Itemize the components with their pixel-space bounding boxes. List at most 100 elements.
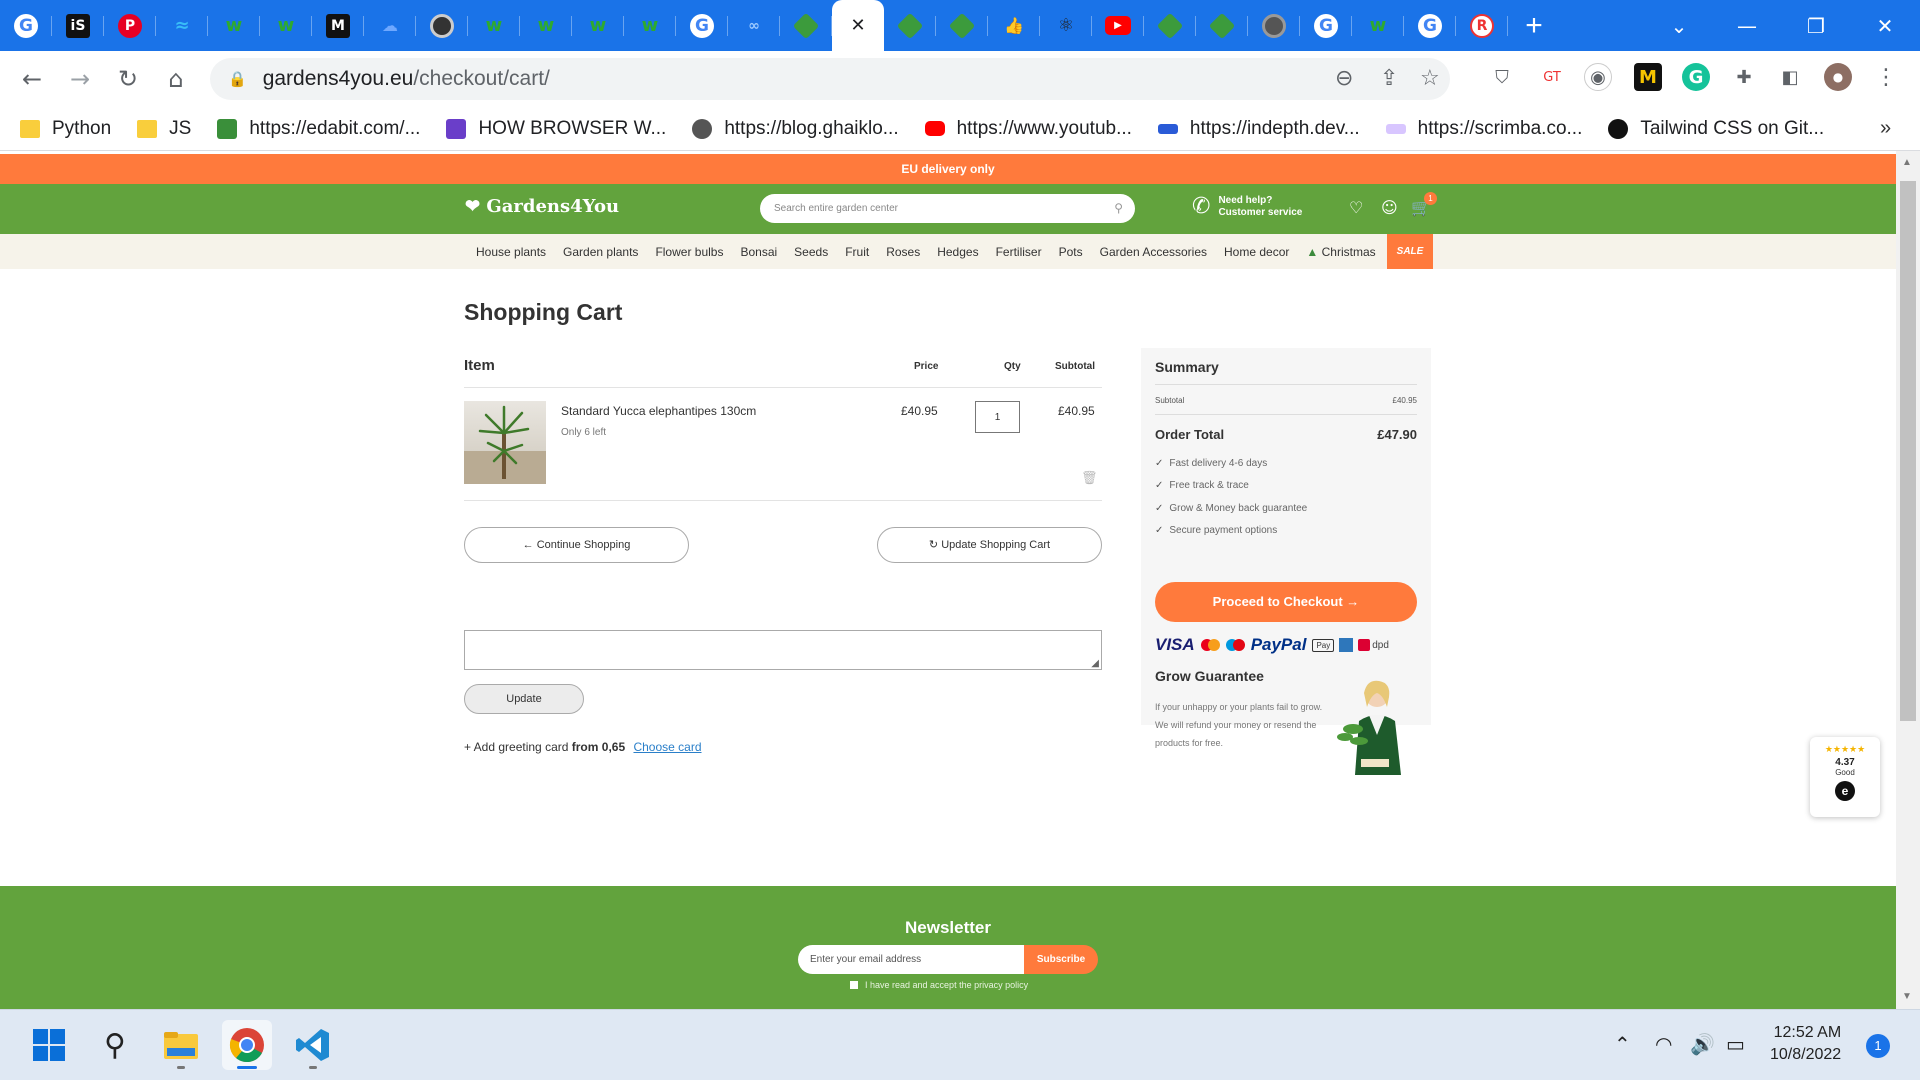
forward-icon[interactable]: → — [56, 55, 104, 103]
product-image[interactable] — [464, 401, 546, 484]
zoom-icon[interactable]: ⊖ — [1335, 66, 1353, 91]
new-tab-button[interactable]: + — [1508, 9, 1560, 43]
record-extension-icon[interactable]: ◉ — [1584, 63, 1612, 91]
reload-icon[interactable]: ↻ — [104, 55, 152, 103]
trash-icon[interactable]: 🗑 — [1081, 471, 1098, 486]
continue-shopping-button[interactable]: ← Continue Shopping — [464, 527, 689, 563]
nav-garden-plants[interactable]: Garden plants — [563, 245, 638, 259]
system-clock[interactable]: 12:52 AM 10/8/2022 — [1770, 1022, 1841, 1066]
browser-tab[interactable]: M — [312, 0, 364, 51]
greeting-textarea[interactable]: ◢ — [464, 630, 1102, 670]
nav-hedges[interactable]: Hedges — [937, 245, 978, 259]
privacy-checkbox[interactable] — [850, 981, 858, 989]
bookmark-how-browser[interactable]: HOW BROWSER W... — [446, 118, 666, 140]
nav-fertiliser[interactable]: Fertiliser — [996, 245, 1042, 259]
browser-tab[interactable] — [1248, 0, 1300, 51]
browser-tab[interactable] — [780, 0, 832, 51]
wifi-icon[interactable]: ◠ — [1655, 1032, 1672, 1056]
nav-pots[interactable]: Pots — [1059, 245, 1083, 259]
browser-tab[interactable] — [1196, 0, 1248, 51]
search-input[interactable]: Search entire garden center ⚲ — [760, 194, 1135, 223]
update-button[interactable]: Update — [464, 684, 584, 714]
battery-icon[interactable]: ▭ — [1726, 1032, 1745, 1056]
browser-tab[interactable]: ▶ — [1092, 0, 1144, 51]
browser-tab[interactable] — [936, 0, 988, 51]
browser-tab[interactable]: w — [572, 0, 624, 51]
browser-tab[interactable]: 👍 — [988, 0, 1040, 51]
choose-card-link[interactable]: Choose card — [633, 740, 701, 754]
browser-tab[interactable]: w — [260, 0, 312, 51]
avatar[interactable]: ● — [1824, 63, 1852, 91]
browser-tab[interactable] — [884, 0, 936, 51]
scroll-thumb[interactable] — [1900, 181, 1916, 721]
vscode-taskbar-button[interactable] — [288, 1020, 338, 1070]
search-icon[interactable]: ⚲ — [90, 1020, 140, 1070]
nav-fruit[interactable]: Fruit — [845, 245, 869, 259]
browser-tab[interactable]: R — [1456, 0, 1508, 51]
browser-tab[interactable]: G — [0, 0, 52, 51]
home-icon[interactable]: ⌂ — [152, 55, 200, 103]
review-widget[interactable]: ★★★★★ 4.37 Good e — [1810, 737, 1880, 817]
chrome-taskbar-button[interactable] — [222, 1020, 272, 1070]
close-window-icon[interactable]: ✕ — [1856, 0, 1914, 51]
side-panel-icon[interactable]: ◧ — [1776, 63, 1804, 91]
page-scrollbar[interactable]: ▲ ▼ — [1896, 151, 1920, 1009]
bookmark-tailwind-github[interactable]: Tailwind CSS on Git... — [1608, 118, 1824, 140]
bookmark-edabit[interactable]: https://edabit.com/... — [217, 118, 420, 140]
extensions-puzzle-icon[interactable]: ✚ — [1730, 63, 1758, 91]
more-bookmarks-icon[interactable]: » — [1880, 117, 1891, 140]
shield-extension-icon[interactable]: ⛉ — [1488, 63, 1516, 91]
close-tab-icon[interactable]: ✕ — [850, 15, 865, 36]
browser-tab[interactable]: w — [208, 0, 260, 51]
nav-seeds[interactable]: Seeds — [794, 245, 828, 259]
quantity-input[interactable] — [975, 401, 1020, 433]
gt-extension-icon[interactable]: GT — [1538, 63, 1566, 91]
nav-christmas[interactable]: ▲ Christmas — [1306, 245, 1375, 259]
restore-icon[interactable]: ❐ — [1787, 0, 1845, 51]
bookmark-youtube[interactable]: https://www.youtub... — [924, 118, 1132, 140]
bookmark-python[interactable]: Python — [20, 118, 111, 140]
nav-home-decor[interactable]: Home decor — [1224, 245, 1289, 259]
minimize-icon[interactable]: — — [1718, 0, 1776, 51]
browser-tab[interactable]: w — [1352, 0, 1404, 51]
browser-tab[interactable]: G — [676, 0, 728, 51]
browser-tab[interactable]: w — [520, 0, 572, 51]
scroll-down-icon[interactable]: ▼ — [1902, 991, 1912, 1002]
nav-garden-accessories[interactable]: Garden Accessories — [1100, 245, 1207, 259]
browser-tab[interactable]: G — [1404, 0, 1456, 51]
nav-flower-bulbs[interactable]: Flower bulbs — [655, 245, 723, 259]
wishlist-heart-icon[interactable]: ♡ — [1349, 198, 1363, 217]
browser-tab[interactable]: P — [104, 0, 156, 51]
notification-badge[interactable]: 1 — [1866, 1034, 1890, 1058]
nav-sale[interactable]: SALE — [1387, 234, 1433, 269]
m-extension-icon[interactable]: M — [1634, 63, 1662, 91]
browser-tab[interactable]: w — [468, 0, 520, 51]
share-icon[interactable]: ⇪ — [1380, 66, 1398, 91]
browser-tab[interactable]: ☁ — [364, 0, 416, 51]
browser-tab-active[interactable]: ✕ — [832, 0, 884, 51]
browser-tab[interactable]: w — [624, 0, 676, 51]
nav-bonsai[interactable]: Bonsai — [740, 245, 777, 259]
menu-kebab-icon[interactable]: ⋮ — [1872, 63, 1900, 91]
newsletter-email-input[interactable]: Enter your email address — [798, 945, 1026, 974]
back-icon[interactable]: ← — [8, 55, 56, 103]
account-icon[interactable]: ☺ — [1381, 198, 1398, 217]
browser-tab[interactable] — [416, 0, 468, 51]
browser-tab[interactable] — [1144, 0, 1196, 51]
browser-tab[interactable]: iS — [52, 0, 104, 51]
nav-roses[interactable]: Roses — [886, 245, 920, 259]
subscribe-button[interactable]: Subscribe — [1024, 945, 1098, 974]
tab-search-icon[interactable]: ⌄ — [1650, 0, 1708, 51]
product-name-link[interactable]: Standard Yucca elephantipes 130cm — [561, 404, 756, 418]
grammarly-icon[interactable]: G — [1682, 63, 1710, 91]
update-shopping-cart-button[interactable]: ↻ Update Shopping Cart — [877, 527, 1102, 563]
chevron-up-icon[interactable]: ⌃ — [1614, 1032, 1631, 1056]
bookmark-scrimba[interactable]: https://scrimba.co... — [1385, 118, 1582, 140]
bookmark-star-icon[interactable]: ☆ — [1420, 66, 1440, 91]
address-bar[interactable]: 🔒 gardens4you.eu/checkout/cart/ ⊖ ⇪ ☆ — [210, 58, 1450, 100]
nav-house-plants[interactable]: House plants — [476, 245, 546, 259]
search-icon[interactable]: ⚲ — [1114, 194, 1123, 223]
proceed-to-checkout-button[interactable]: Proceed to Checkout → — [1155, 582, 1417, 622]
browser-tab[interactable]: ⚛ — [1040, 0, 1092, 51]
browser-tab[interactable]: G — [1300, 0, 1352, 51]
